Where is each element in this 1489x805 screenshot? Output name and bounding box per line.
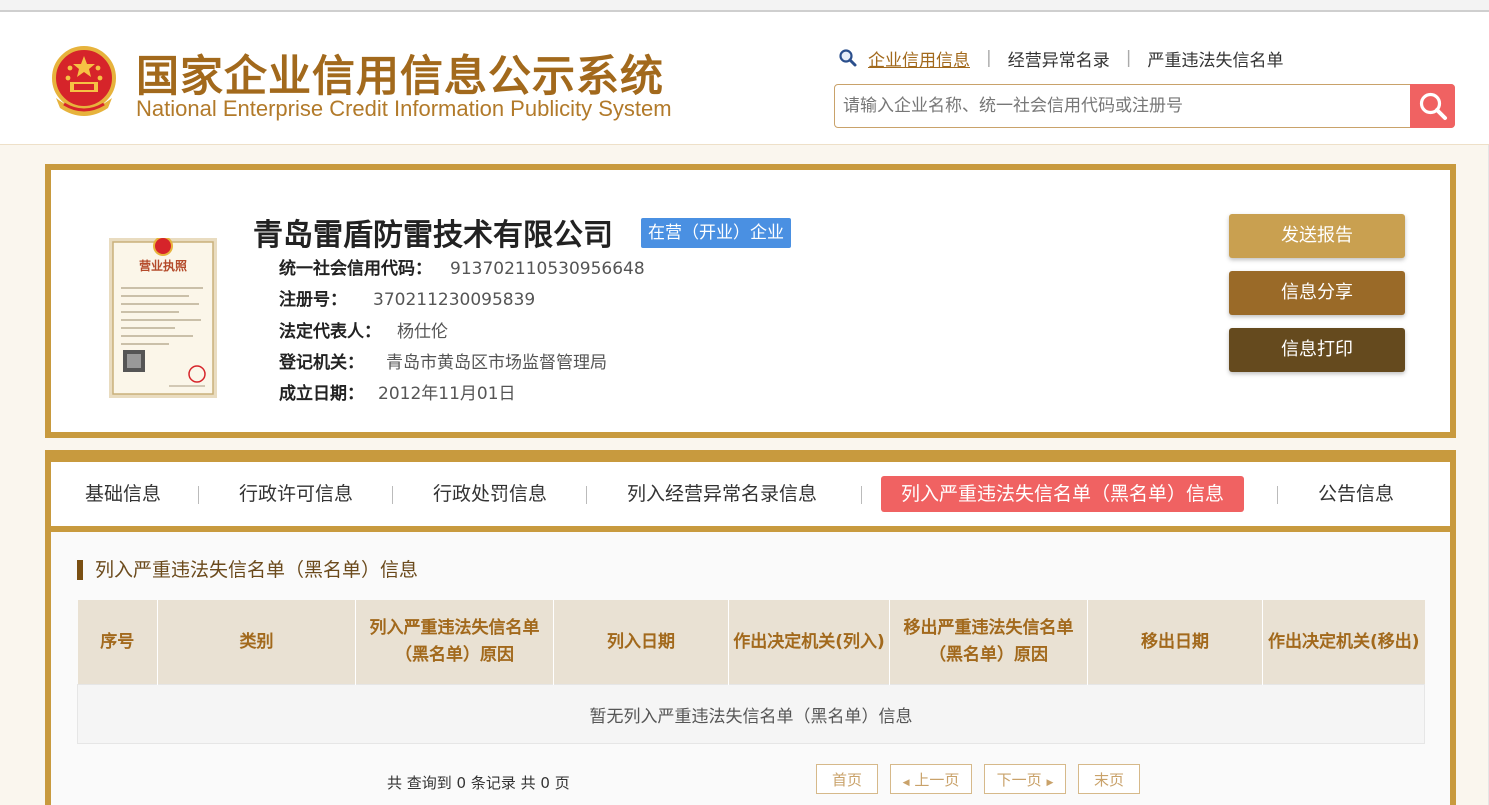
search-box [834, 84, 1455, 128]
table-row: 暂无列入严重违法失信名单（黑名单）信息 [77, 684, 1425, 744]
column-header: 列入严重违法失信名单（黑名单）原因 [355, 600, 554, 685]
tab-announcements[interactable]: 公告信息 [1318, 476, 1394, 512]
blacklist-table: 序号 类别 列入严重违法失信名单（黑名单）原因 列入日期 作出决定机关(列入) … [77, 600, 1425, 744]
field-value: 青岛市黄岛区市场监督管理局 [386, 353, 607, 373]
pager-summary: 共 查询到 0 条记录 共 0 页 [387, 774, 570, 792]
status-badge: 在营（开业）企业 [641, 218, 791, 248]
prev-page-button[interactable]: ◀ 上一页 [890, 764, 972, 794]
field-label: 统一社会信用代码： [279, 259, 432, 279]
company-info-panel: 营业执照 青岛雷盾防雷技术有限公司 在营（开业）企业 统一社会信用代码： 9137… [51, 170, 1450, 432]
field-label: 成立日期： [279, 384, 364, 404]
field-value: 370211230095839 [373, 290, 536, 310]
search-button[interactable] [1410, 84, 1455, 128]
column-header: 作出决定机关(移出) [1262, 600, 1425, 685]
link-separator: | [1125, 48, 1132, 68]
tab-separator [586, 486, 587, 504]
column-header: 列入日期 [553, 600, 729, 685]
send-report-button[interactable]: 发送报告 [1229, 214, 1405, 258]
search-magnifier-icon [839, 49, 857, 67]
field-value: 2012年11月01日 [378, 384, 516, 404]
tab-blacklist[interactable]: 列入严重违法失信名单（黑名单）信息 [881, 476, 1245, 512]
column-header: 作出决定机关(列入) [728, 600, 890, 685]
column-header: 移出日期 [1087, 600, 1263, 685]
search-icon [1419, 92, 1447, 120]
business-license-image[interactable]: 营业执照 [109, 238, 217, 398]
field-legal-representative: 法定代表人： 杨仕伦 [279, 317, 448, 342]
search-link-blacklist[interactable]: 严重违法失信名单 [1147, 46, 1283, 71]
search-input[interactable] [835, 85, 1411, 127]
next-page-button[interactable]: 下一页 ▶ [984, 764, 1066, 794]
tab-bar: 基础信息 行政许可信息 行政处罚信息 列入经营异常名录信息 列入严重违法失信名单… [51, 462, 1450, 526]
column-header: 类别 [157, 600, 356, 685]
field-value: 913702110530956648 [450, 259, 645, 279]
column-header: 移出严重违法失信名单（黑名单）原因 [889, 600, 1088, 685]
tab-basic-info[interactable]: 基础信息 [85, 476, 161, 512]
search-link-enterprise-credit[interactable]: 企业信用信息 [868, 46, 970, 71]
field-label: 注册号： [279, 290, 347, 310]
prev-page-label: 上一页 [914, 771, 960, 789]
next-page-label: 下一页 [996, 771, 1042, 789]
tab-separator [1277, 486, 1278, 504]
field-value: 杨仕伦 [397, 322, 448, 342]
company-info-card: 营业执照 青岛雷盾防雷技术有限公司 在营（开业）企业 统一社会信用代码： 9137… [45, 164, 1456, 438]
caret-right-icon: ▶ [1046, 778, 1054, 788]
field-registration-number: 注册号： 370211230095839 [279, 285, 535, 310]
column-header: 序号 [77, 600, 158, 685]
search-type-links: 企业信用信息 | 经营异常名录 | 严重违法失信名单 [838, 46, 1283, 71]
last-page-button[interactable]: 末页 [1078, 764, 1140, 794]
company-name: 青岛雷盾防雷技术有限公司 [253, 218, 613, 253]
field-establishment-date: 成立日期： 2012年11月01日 [279, 379, 516, 404]
field-credit-code: 统一社会信用代码： 913702110530956648 [279, 254, 645, 279]
site-title-cn: 国家企业信用信息公示系统 [136, 52, 664, 102]
tab-separator [861, 486, 862, 504]
tab-separator [392, 486, 393, 504]
tab-abnormal-list[interactable]: 列入经营异常名录信息 [627, 476, 817, 512]
browser-top-strip [0, 0, 1489, 12]
share-info-button[interactable]: 信息分享 [1229, 271, 1405, 315]
search-link-abnormal-list[interactable]: 经营异常名录 [1008, 46, 1110, 71]
first-page-button[interactable]: 首页 [816, 764, 878, 794]
field-label: 法定代表人： [279, 322, 381, 342]
table-header-row: 序号 类别 列入严重违法失信名单（黑名单）原因 列入日期 作出决定机关(列入) … [77, 600, 1425, 685]
field-label: 登记机关： [279, 353, 364, 373]
detail-panel: 基础信息 行政许可信息 行政处罚信息 列入经营异常名录信息 列入严重违法失信名单… [45, 450, 1456, 805]
blacklist-section: 列入严重违法失信名单（黑名单）信息 序号 类别 列入严重违法失信名单（黑名单）原… [51, 532, 1450, 805]
caret-left-icon: ◀ [902, 778, 910, 788]
license-title: 营业执照 [139, 258, 187, 273]
national-emblem-icon [52, 46, 116, 116]
site-title-en: National Enterprise Credit Information P… [136, 96, 672, 121]
field-registration-authority: 登记机关： 青岛市黄岛区市场监督管理局 [279, 348, 607, 373]
site-header: 国家企业信用信息公示系统 National Enterprise Credit … [0, 12, 1489, 145]
empty-message: 暂无列入严重违法失信名单（黑名单）信息 [77, 684, 1425, 744]
tab-admin-license[interactable]: 行政许可信息 [239, 476, 353, 512]
link-separator: | [986, 48, 992, 68]
print-info-button[interactable]: 信息打印 [1229, 328, 1405, 372]
section-title: 列入严重违法失信名单（黑名单）信息 [77, 560, 418, 580]
tab-separator [198, 486, 199, 504]
tab-admin-penalty[interactable]: 行政处罚信息 [433, 476, 547, 512]
